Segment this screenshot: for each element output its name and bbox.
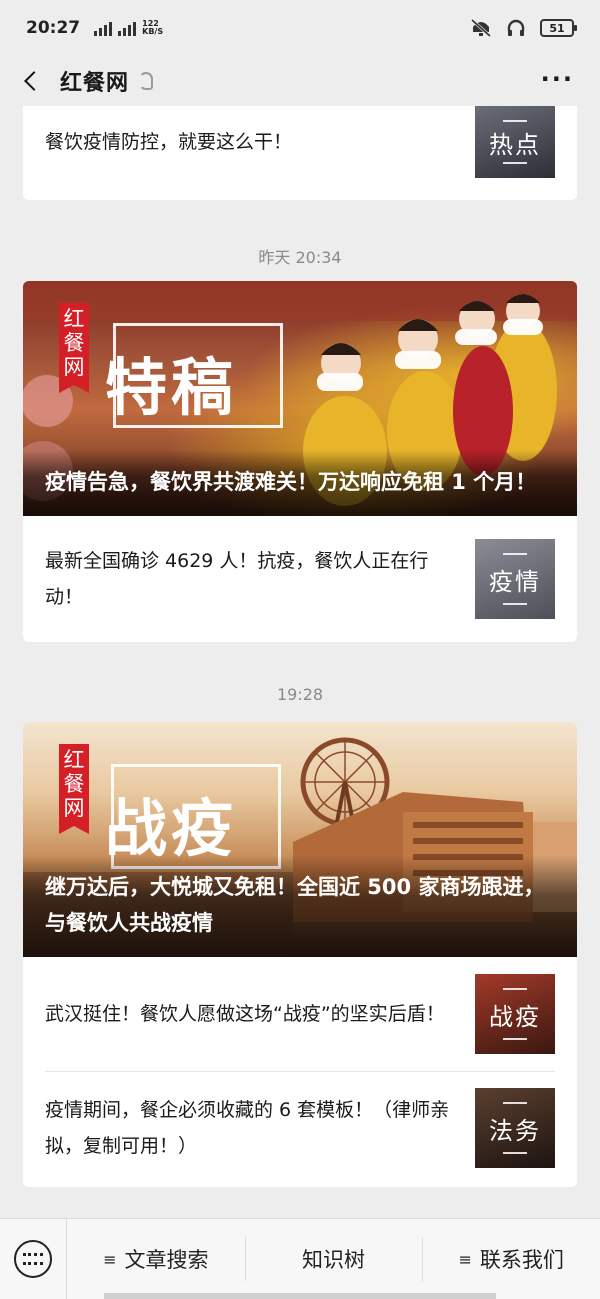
brand-badge-text: 红 餐 网 (63, 748, 85, 820)
mute-icon (471, 18, 491, 38)
article-item[interactable]: 餐饮疫情防控，就要这么干！ 热点 (23, 106, 577, 178)
hero-article[interactable]: 战疫 红 餐 网 继万达后，大悦城又免租！全国近 500 家商场跟进，与餐饮人共… (23, 722, 577, 957)
back-arrow-icon (24, 71, 44, 91)
article-thumbnail: 法务 (475, 1088, 555, 1168)
article-card-top: 餐饮疫情防控，就要这么干！ 热点 (23, 106, 577, 200)
brand-badge: 红 餐 网 (59, 303, 89, 393)
nav-bar: 红餐网 ··· (0, 56, 600, 106)
page-title: 红餐网 (60, 71, 130, 96)
back-button[interactable] (0, 56, 60, 106)
hero-article[interactable]: 特稿 红 餐 网 疫情告急，餐饮界共渡难关！万达响应免租 1 个月！ (23, 281, 577, 516)
article-card-group-2: 战疫 红 餐 网 继万达后，大悦城又免租！全国近 500 家商场跟进，与餐饮人共… (23, 722, 577, 1187)
network-speed-unit: KB/S (142, 27, 164, 36)
thumbnail-label: 热点 (489, 130, 541, 159)
headphone-icon (507, 19, 525, 36)
signal-icon (94, 20, 113, 36)
article-title: 最新全国确诊 4629 人！抗疫，餐饮人正在行动！ (45, 550, 429, 608)
network-speed: 122 KB/S (142, 20, 163, 36)
thumbnail-label: 战疫 (489, 1002, 541, 1031)
menu-knowledge-tree[interactable]: 知识树 (244, 1219, 423, 1299)
hero-overlay-title: 特稿 (105, 351, 238, 424)
battery-icon: 51 (540, 19, 577, 37)
ear-icon[interactable] (139, 72, 154, 90)
keyboard-toggle-button[interactable] (0, 1218, 67, 1299)
article-item[interactable]: 武汉挺住！餐饮人愿做这场“战疫”的坚实后盾！ 战疫 (23, 957, 577, 1071)
status-time: 20:27 (26, 18, 81, 38)
article-item[interactable]: 最新全国确诊 4629 人！抗疫，餐饮人正在行动！ 疫情 (23, 516, 577, 642)
article-thumbnail: 热点 (475, 106, 555, 178)
hero-caption: 继万达后，大悦城又免租！全国近 500 家商场跟进，与餐饮人共战疫情 (23, 855, 577, 957)
menu-label: 知识树 (302, 1248, 365, 1272)
hero-caption: 疫情告急，餐饮界共渡难关！万达响应免租 1 个月！ (23, 450, 577, 516)
menu-label: 联系我们 (479, 1248, 564, 1272)
article-thumbnail: 战疫 (475, 974, 555, 1054)
article-title: 餐饮疫情防控，就要这么干！ (45, 131, 293, 153)
article-title: 疫情期间，餐企必须收藏的 6 套模板！（律师亲拟，复制可用！） (45, 1099, 450, 1157)
thumbnail-label: 疫情 (489, 567, 541, 596)
article-thumbnail: 疫情 (475, 539, 555, 619)
bottom-menu-bar: ≡ 文章搜索 知识树 ≡ 联系我们 (0, 1218, 600, 1299)
article-title: 武汉挺住！餐饮人愿做这场“战疫”的坚实后盾！ (45, 1003, 445, 1025)
menu-contact-us[interactable]: ≡ 联系我们 (422, 1219, 600, 1299)
battery-level: 51 (549, 21, 565, 35)
menu-list-icon: ≡ (103, 1249, 117, 1269)
article-card-group-1: 特稿 红 餐 网 疫情告急，餐饮界共渡难关！万达响应免租 1 个月！ 最新全国确… (23, 281, 577, 642)
menu-article-search[interactable]: ≡ 文章搜索 (67, 1219, 245, 1299)
message-timestamp: 19:28 (276, 685, 324, 704)
menu-list-icon: ≡ (458, 1249, 472, 1269)
article-item[interactable]: 疫情期间，餐企必须收藏的 6 套模板！（律师亲拟，复制可用！） 法务 (23, 1071, 577, 1185)
menu-label: 文章搜索 (124, 1248, 209, 1272)
keyboard-icon (14, 1240, 52, 1278)
message-timestamp: 昨天 20:34 (258, 248, 342, 267)
thumbnail-label: 法务 (489, 1116, 541, 1145)
brand-badge-text: 红 餐 网 (63, 307, 85, 379)
home-indicator (104, 1293, 496, 1299)
brand-badge: 红 餐 网 (59, 744, 89, 834)
more-button[interactable]: ··· (541, 67, 574, 91)
signal-icon-2 (118, 20, 137, 36)
status-bar: 20:27 122 KB/S 51 (0, 0, 600, 56)
